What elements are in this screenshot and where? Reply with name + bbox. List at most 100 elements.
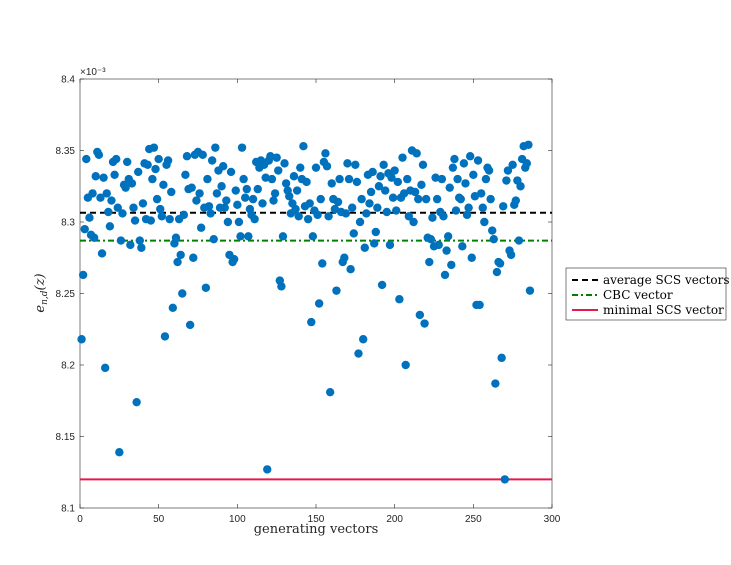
data-point [80,224,89,234]
data-point [366,187,376,197]
series-lines [80,211,552,481]
data-point [461,179,470,188]
data-point [165,214,174,224]
data-point [511,196,521,205]
data-point [354,349,363,358]
data-point [85,213,94,222]
data-point [458,242,467,251]
data-point [373,203,382,212]
y-tick-label: 8.25 [56,289,76,300]
data-point [516,182,525,191]
data-point [420,319,429,328]
data-point [148,174,157,184]
y-tick-label: 8.3 [61,218,75,229]
data-point [447,260,456,270]
data-point [340,253,349,262]
data-point [296,163,305,172]
data-point [453,174,462,184]
data-point [237,143,247,152]
data-point [159,180,168,190]
data-point [167,187,176,197]
data-point [229,254,239,264]
y-tick-label: 8.4 [61,75,75,86]
y-axis-label: en,d(z) [33,273,50,312]
data-point [522,159,532,168]
data-point [88,189,97,198]
data-point [360,243,369,252]
data-point [171,233,181,242]
data-point [285,192,294,201]
data-point [489,234,498,244]
data-point [393,177,403,187]
axes-box [79,78,553,509]
legend-label: average SCS vectors [603,273,730,287]
data-point [502,176,511,185]
data-point [146,216,155,225]
x-tick-label: 0 [77,514,83,525]
data-point [437,174,447,184]
data-point [212,189,222,198]
data-point [132,397,141,407]
data-point [231,186,240,195]
data-point [499,202,508,211]
data-point [343,159,352,168]
x-tick-label: 250 [465,514,482,525]
x-tick-label: 50 [153,514,165,525]
data-point [325,387,335,397]
data-point [351,160,360,169]
data-point [89,233,99,242]
data-point [292,186,302,195]
data-point [506,250,516,260]
data-point [181,170,190,180]
data-point [480,217,489,227]
data-point [123,157,132,167]
data-point [78,270,88,280]
data-point [318,259,327,268]
data-point [77,335,86,344]
data-point [313,210,322,220]
scatter-points [77,140,535,484]
data-point [116,236,126,245]
data-point [176,250,185,260]
data-point [130,216,140,225]
data-point [492,267,502,277]
data-point [381,186,390,195]
data-point [203,174,212,184]
data-point [410,187,420,197]
data-point [440,270,450,280]
data-point [110,170,119,180]
data-point [451,206,461,215]
data-point [456,194,465,204]
data-point [218,162,228,171]
data-point [514,236,524,245]
data-point [248,194,258,204]
data-point [115,448,124,457]
data-point [344,174,354,184]
data-point [102,189,111,198]
data-point [173,257,182,267]
data-point [269,196,278,205]
data-point [414,194,423,204]
data-point [222,196,231,205]
data-point [163,156,173,165]
data-point [82,154,91,164]
data-point [239,174,248,184]
data-point [382,207,391,217]
data-point [379,160,388,169]
legend: average SCS vectorsCBC vectorminimal SCS… [565,267,730,321]
data-point [500,475,509,484]
y-tick-label: 8.15 [56,432,76,443]
data-point [263,465,272,474]
data-point [151,164,160,174]
data-point [242,184,251,194]
data-point [100,363,110,373]
data-point [486,194,495,204]
data-point [195,189,204,198]
data-point [143,160,152,169]
chart-canvas: 0 50 100 150 200 250 300 8.18.158.28.258.38.35… [33,67,730,537]
data-point [97,249,107,258]
data-point [409,217,418,227]
data-point [426,234,436,244]
data-point [403,174,412,184]
data-point [314,299,324,308]
